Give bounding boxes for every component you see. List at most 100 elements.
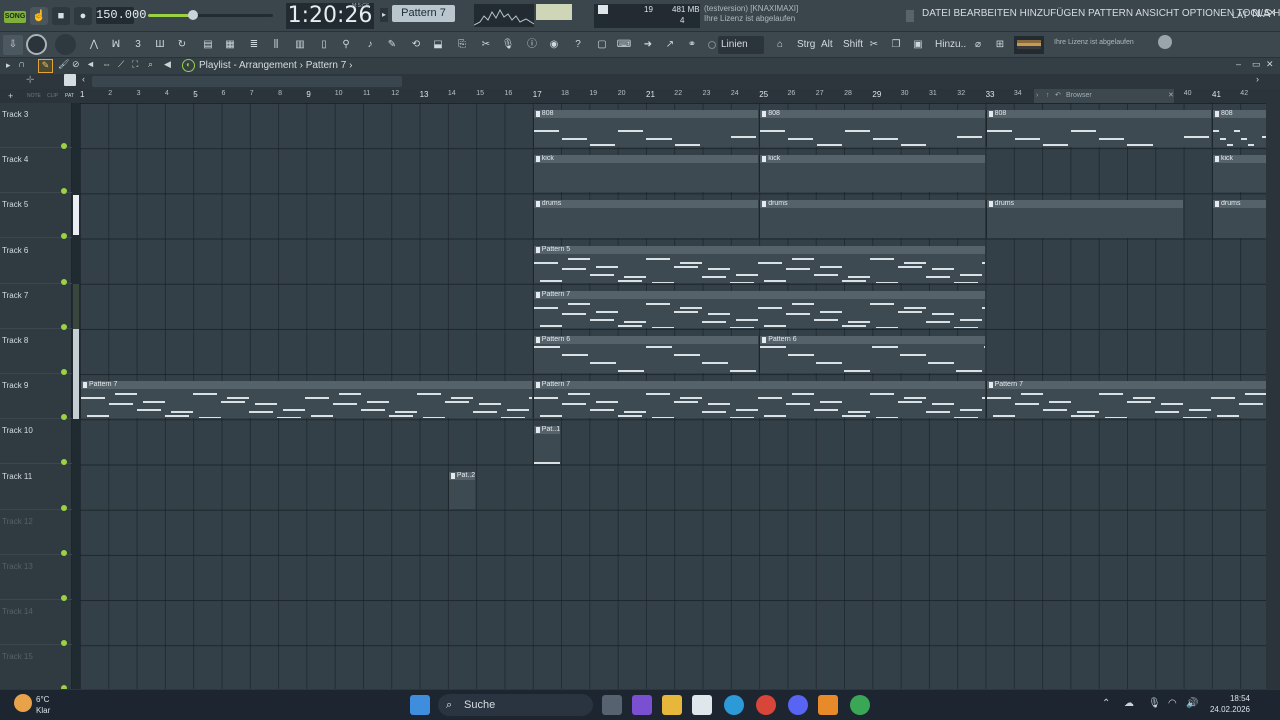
pencil-tool-icon[interactable]: ✎ (38, 59, 53, 73)
search-box[interactable]: Suche (438, 694, 593, 716)
add-button[interactable]: Hinzu.. (932, 36, 969, 54)
weather-widget[interactable]: 6°C Klar (36, 694, 50, 716)
tempo-tap-icon[interactable]: ✎ (382, 35, 402, 55)
clock[interactable]: 18:54 24.02.2026 (1206, 693, 1250, 715)
scroll-left-icon[interactable]: ‹ (82, 74, 85, 84)
song-mode-toggle[interactable]: SONG (4, 11, 26, 23)
slice-tool-icon[interactable]: ⟋ (118, 59, 124, 70)
track-header[interactable]: Track 7 (0, 284, 72, 330)
track-header[interactable]: Track 5 (0, 193, 72, 240)
info-icon[interactable]: ⓘ (522, 35, 542, 55)
weather-icon[interactable] (14, 694, 32, 712)
pattern-clip[interactable]: kick (532, 155, 759, 193)
pattern-clip[interactable]: 808 (759, 110, 985, 148)
track-color-strip[interactable] (73, 195, 79, 236)
cut-tool-icon[interactable]: ✂ (476, 35, 496, 55)
chrome-icon[interactable] (756, 695, 776, 715)
pattern-picker-icon[interactable] (64, 74, 76, 86)
pointer-icon[interactable]: ☝ (30, 7, 48, 25)
browser-arrow-icon[interactable]: › (1036, 89, 1038, 103)
browser-close-icon[interactable]: ✕ (1168, 89, 1174, 103)
pitch-icon[interactable]: ⌀ (968, 35, 988, 55)
volume-icon[interactable]: 🔊 (1186, 698, 1198, 709)
browser-back-icon[interactable]: ↶ (1055, 89, 1061, 103)
discord-icon[interactable] (788, 695, 808, 715)
pattern-clip[interactable]: kick (1212, 155, 1268, 193)
pattern-clip[interactable]: Pat..1 (532, 426, 561, 464)
bubble-icon[interactable]: ◉ (544, 35, 564, 55)
tempo-display[interactable]: 150.000 (96, 7, 146, 24)
step-seq-icon[interactable]: ▦ (220, 35, 240, 55)
wifi-icon[interactable]: ◠ (1168, 698, 1177, 709)
download-icon[interactable]: ⇩ (3, 35, 23, 55)
arrow-icon[interactable]: ➜ (638, 35, 658, 55)
track-header[interactable]: Track 8 (0, 329, 72, 375)
track-header[interactable]: Track 11 (0, 465, 72, 511)
save-icon[interactable]: ⬓ (428, 35, 448, 55)
pattern-clip[interactable]: Pattern 6 (532, 336, 759, 374)
slip-tool-icon[interactable]: ⇔ (102, 59, 111, 69)
pattern-clip[interactable]: drums (532, 200, 759, 238)
track-header[interactable]: Track 12 (0, 510, 72, 556)
tray-mic-icon[interactable]: 🎙 (1148, 698, 1161, 709)
link-icon[interactable]: ⚭ (682, 35, 702, 55)
browser-icon[interactable]: ▯ (314, 35, 334, 55)
channel-rack-icon[interactable]: ▥ (290, 35, 310, 55)
task-view-icon[interactable] (602, 695, 622, 715)
tray-chevron-icon[interactable]: ⌃ (1102, 698, 1110, 709)
keyboard-icon[interactable]: ⌨ (614, 35, 634, 55)
pattern-prev-icon[interactable]: ▸ (380, 8, 388, 22)
hat-icon[interactable]: ⌂ (770, 35, 790, 55)
snap-select[interactable]: Linien (718, 36, 764, 54)
playlist-icon[interactable]: ▤ (198, 35, 218, 55)
loop-record-icon[interactable]: ↻ (172, 35, 192, 55)
blend-icon[interactable]: Ш (150, 35, 170, 55)
pattern-clip[interactable]: drums (1212, 200, 1268, 238)
playlist-arrange-icon[interactable]: ◐ (182, 59, 195, 72)
speaker-icon[interactable]: ♪ (360, 35, 380, 55)
pattern-clip[interactable]: Pattern 6 (759, 336, 985, 374)
pattern-clip[interactable]: Pattern 7 (985, 381, 1268, 419)
countdown-icon[interactable]: 3 (128, 35, 148, 55)
track-header[interactable]: Track 4 (0, 148, 72, 195)
track-header[interactable]: Track 10 (0, 419, 72, 466)
horizontal-scrollbar[interactable] (92, 76, 402, 87)
magnet-icon[interactable]: ∩ (18, 59, 25, 70)
window-icon[interactable]: ▢ (592, 35, 612, 55)
delete-tool-icon[interactable]: ⊘ (72, 59, 80, 70)
main-menu[interactable]: DATEI BEARBEITEN HINZUFÜGEN PATTERN ANSI… (922, 8, 1280, 19)
record-button[interactable]: ● (74, 7, 92, 25)
track-header[interactable]: Track 6 (0, 239, 72, 285)
wait-icon[interactable]: ꟽ (106, 35, 126, 55)
start-icon[interactable] (410, 695, 430, 715)
ctrl-key-button[interactable]: Strg (794, 36, 818, 54)
pattern-clip[interactable]: Pattern 7 (80, 381, 532, 419)
pattern-clip[interactable]: Pattern 5 (532, 245, 985, 283)
pattern-clip[interactable]: 808 (532, 110, 759, 148)
track-header[interactable]: Track 13 (0, 555, 72, 601)
fl-studio-icon[interactable] (818, 695, 838, 715)
pattern-selector[interactable]: Pattern 7 (392, 5, 455, 22)
browser-up-icon[interactable]: ↑ (1046, 89, 1050, 103)
scissors-icon[interactable]: ✂ (864, 35, 884, 55)
track-color-strip[interactable] (73, 283, 79, 329)
browser-panel-header[interactable]: › ↑ ↶ Browser ✕ (1034, 89, 1174, 103)
paste-icon[interactable]: ▣ (908, 35, 928, 55)
zoom-tool-icon[interactable]: ⌕ (148, 59, 153, 70)
chrome-profile-icon[interactable] (850, 695, 870, 715)
master-knob-icon[interactable] (26, 34, 47, 55)
news-icon[interactable] (1158, 35, 1172, 49)
pattern-clip[interactable]: 808 (1212, 110, 1268, 148)
piano-roll-icon[interactable]: ≣ (244, 35, 264, 55)
render-icon[interactable]: ⎘ (452, 35, 472, 55)
pattern-clip[interactable]: drums (985, 200, 1183, 238)
volume-knob-icon[interactable] (188, 10, 198, 20)
cart-icon[interactable]: ⊞ (990, 35, 1010, 55)
stop-button[interactable]: ■ (52, 7, 70, 25)
track-color-strip[interactable] (73, 329, 79, 374)
plugin-icon[interactable]: ⚲ (336, 35, 356, 55)
maximize-icon[interactable]: ▭ (1252, 59, 1261, 70)
pattern-clip[interactable]: Pat..2 (447, 471, 476, 509)
onedrive-icon[interactable]: ☁ (1124, 698, 1134, 709)
menu-arrow-icon[interactable]: ▸ (6, 60, 11, 71)
